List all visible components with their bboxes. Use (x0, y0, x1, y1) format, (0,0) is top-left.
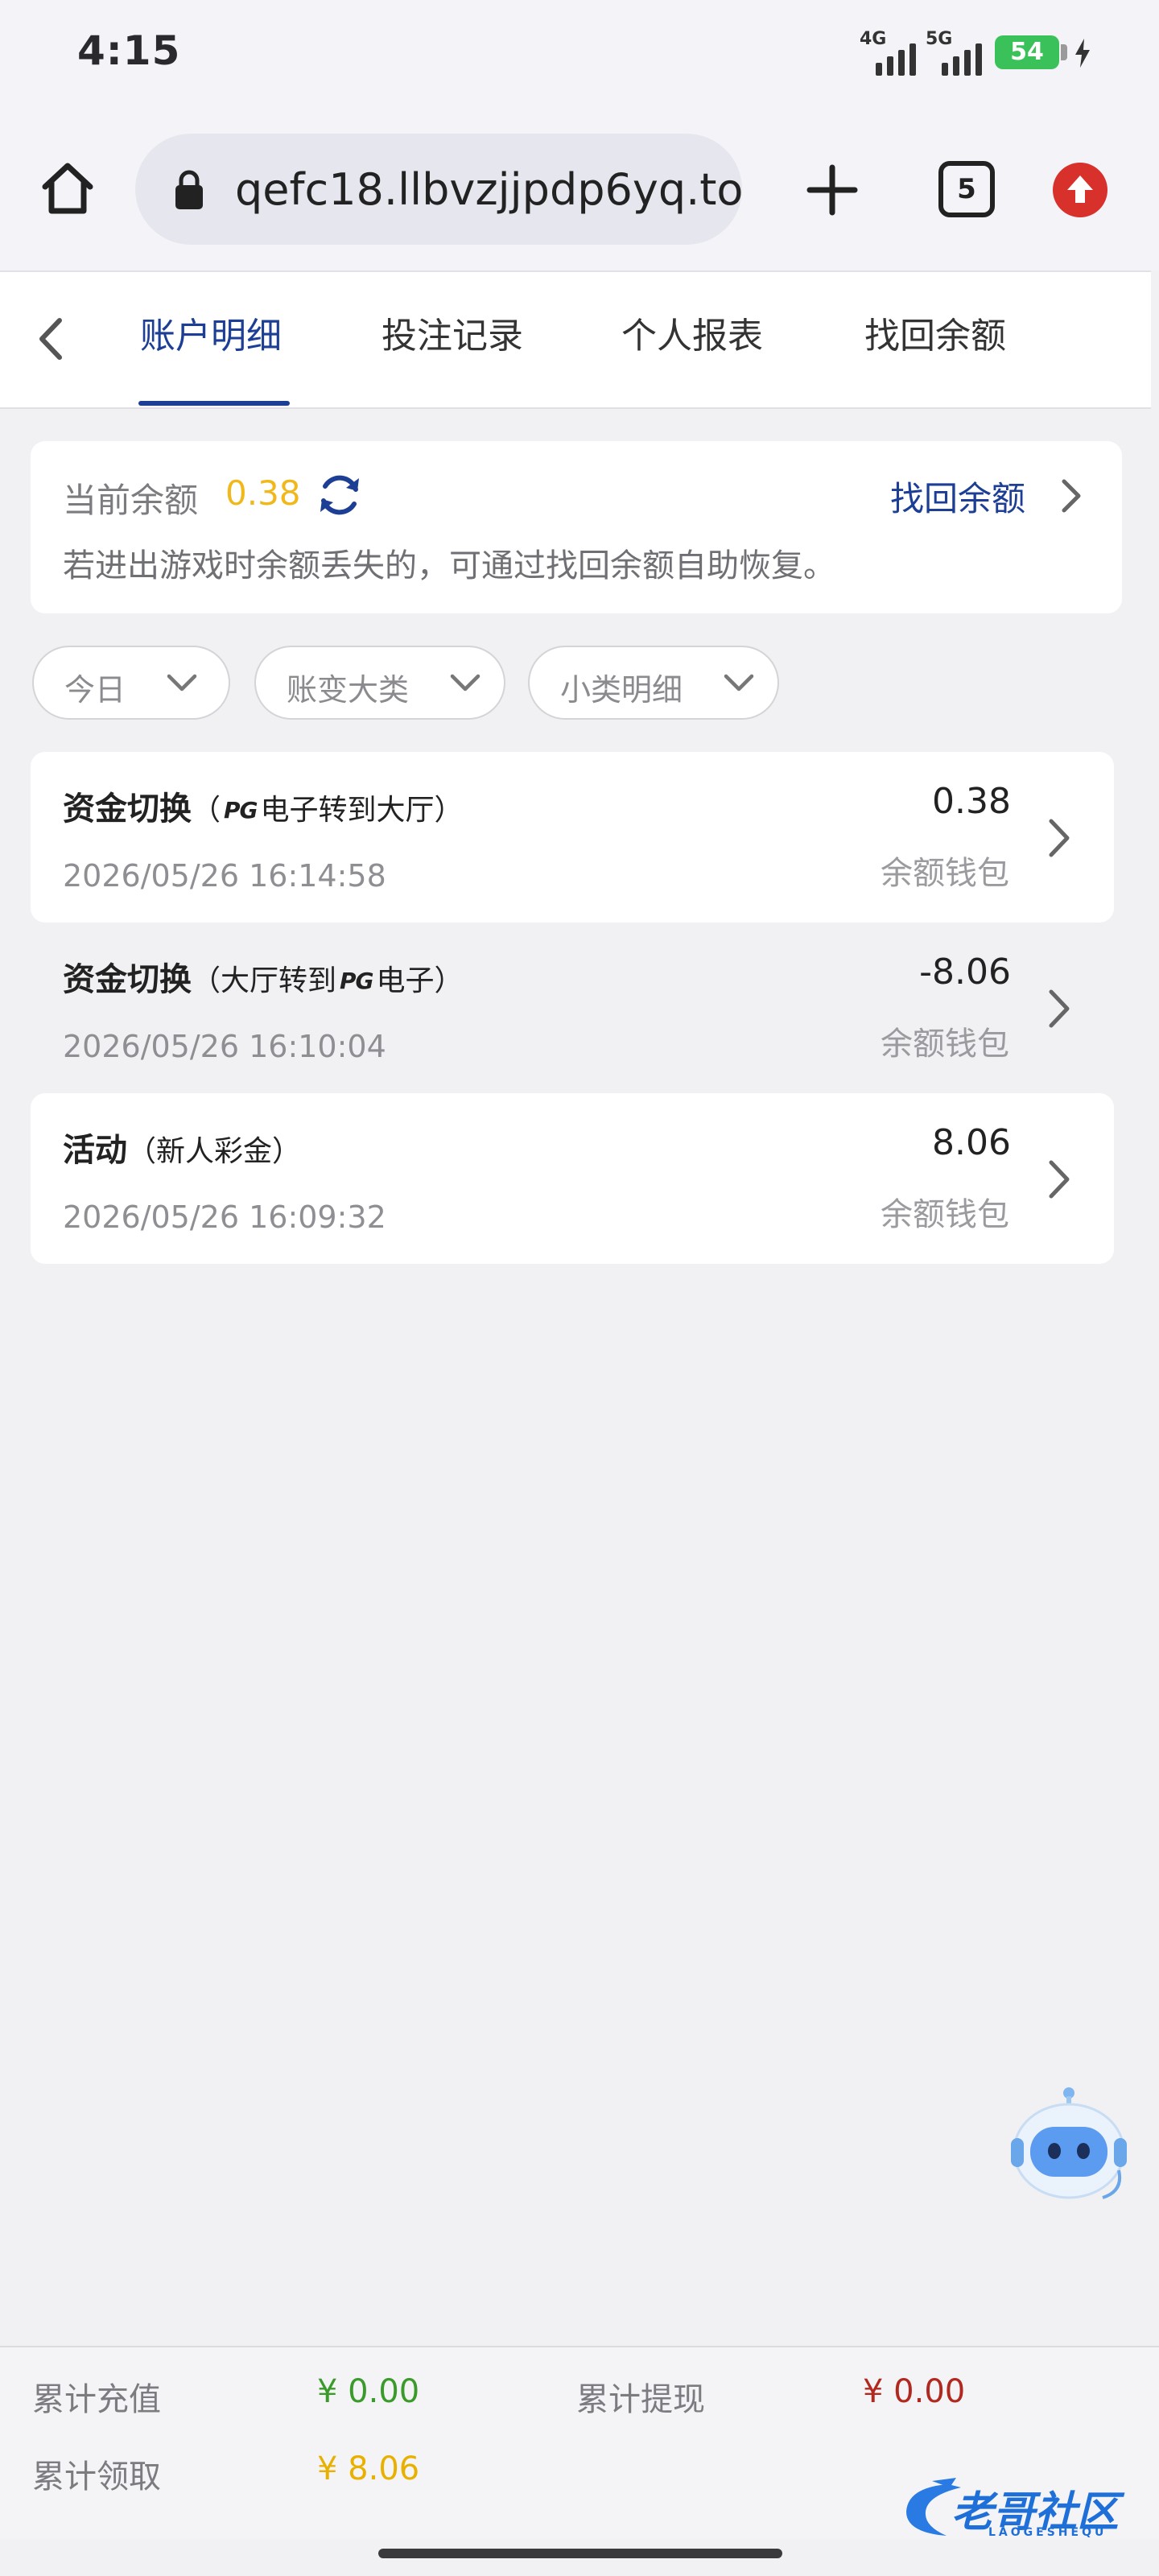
new-tab-icon[interactable] (803, 161, 861, 219)
chevron-right-icon[interactable] (1043, 985, 1075, 1032)
filter-date-dropdown[interactable] (32, 646, 230, 720)
battery-tip (1061, 44, 1067, 60)
tab-bet-records[interactable]: 投注记录 (382, 311, 523, 362)
chevron-down-icon (450, 674, 481, 691)
record-time: 2026/05/26 16:14:58 (63, 858, 386, 894)
record-row[interactable] (31, 752, 1114, 923)
tab-personal-report[interactable]: 个人报表 (621, 311, 763, 362)
chevron-right-icon[interactable] (1043, 1156, 1075, 1203)
record-title: 活动（新人彩金） (63, 1132, 302, 1169)
address-bar[interactable]: qefc18.llbvzjjpdp6yq.top (135, 134, 742, 245)
record-wallet: 余额钱包 (881, 1196, 1009, 1233)
record-time: 2026/05/26 16:10:04 (63, 1029, 386, 1064)
balance-label: 当前余额 (63, 481, 199, 520)
tab-switcher-button[interactable]: 5 (938, 161, 995, 217)
claim-label: 累计领取 (32, 2458, 161, 2496)
chevron-down-icon (724, 674, 754, 691)
watermark-logo: 老哥社区 LAOGESHEQU (900, 2476, 1151, 2541)
chatbot-icon[interactable] (1003, 2082, 1135, 2207)
pg-logo: PG (224, 797, 258, 824)
filter-category-label: 账变大类 (287, 672, 410, 708)
active-tab-indicator (138, 401, 290, 406)
withdraw-label: 累计提现 (576, 2381, 705, 2418)
signal-4g-icon: 4G (860, 29, 916, 76)
record-title: 资金切换（ PG 电子转到大厅） (63, 791, 464, 828)
home-icon[interactable] (39, 159, 97, 217)
record-row[interactable] (31, 1093, 1114, 1264)
chevron-right-icon[interactable] (1043, 815, 1075, 861)
filter-date-label: 今日 (64, 672, 126, 708)
filter-subcategory-label: 小类明细 (560, 672, 683, 708)
update-icon[interactable] (1053, 163, 1107, 217)
record-amount: -8.06 (919, 952, 1011, 993)
back-arrow-icon[interactable] (27, 311, 76, 367)
lock-icon (175, 170, 203, 209)
record-wallet: 余额钱包 (881, 855, 1009, 892)
refresh-icon[interactable] (316, 470, 364, 520)
signal-5g-icon: 5G (926, 29, 982, 76)
deposit-label: 累计充值 (32, 2381, 161, 2418)
balance-card (31, 441, 1122, 613)
withdraw-value: ¥ 0.00 (863, 2373, 966, 2410)
record-title: 资金切换（大厅转到 PG 电子） (63, 961, 464, 998)
url-text: qefc18.llbvzjjpdp6yq.top (235, 164, 742, 215)
tab-account-detail[interactable]: 账户明细 (140, 311, 282, 362)
balance-value: 0.38 (225, 473, 301, 513)
record-wallet: 余额钱包 (881, 1026, 1009, 1063)
chevron-down-icon (167, 674, 197, 691)
tab-recover-balance[interactable]: 找回余额 (864, 311, 1006, 362)
deposit-value: ¥ 0.00 (317, 2373, 420, 2410)
record-row[interactable] (31, 923, 1114, 1093)
record-amount: 8.06 (932, 1122, 1011, 1163)
recover-balance-link[interactable]: 找回余额 (890, 472, 1025, 521)
arrow-up-icon (1067, 175, 1093, 203)
home-indicator[interactable] (378, 2549, 782, 2558)
claim-value: ¥ 8.06 (317, 2450, 420, 2487)
pg-logo: PG (340, 968, 374, 994)
status-time: 4:15 (77, 27, 181, 74)
charging-icon (1075, 39, 1090, 68)
record-amount: 0.38 (932, 781, 1011, 822)
chevron-right-icon[interactable] (1056, 475, 1085, 517)
balance-hint: 若进出游戏时余额丢失的，可通过找回余额自助恢复。 (63, 547, 835, 584)
record-time: 2026/05/26 16:09:32 (63, 1199, 386, 1235)
battery-icon: 54 (995, 35, 1059, 69)
